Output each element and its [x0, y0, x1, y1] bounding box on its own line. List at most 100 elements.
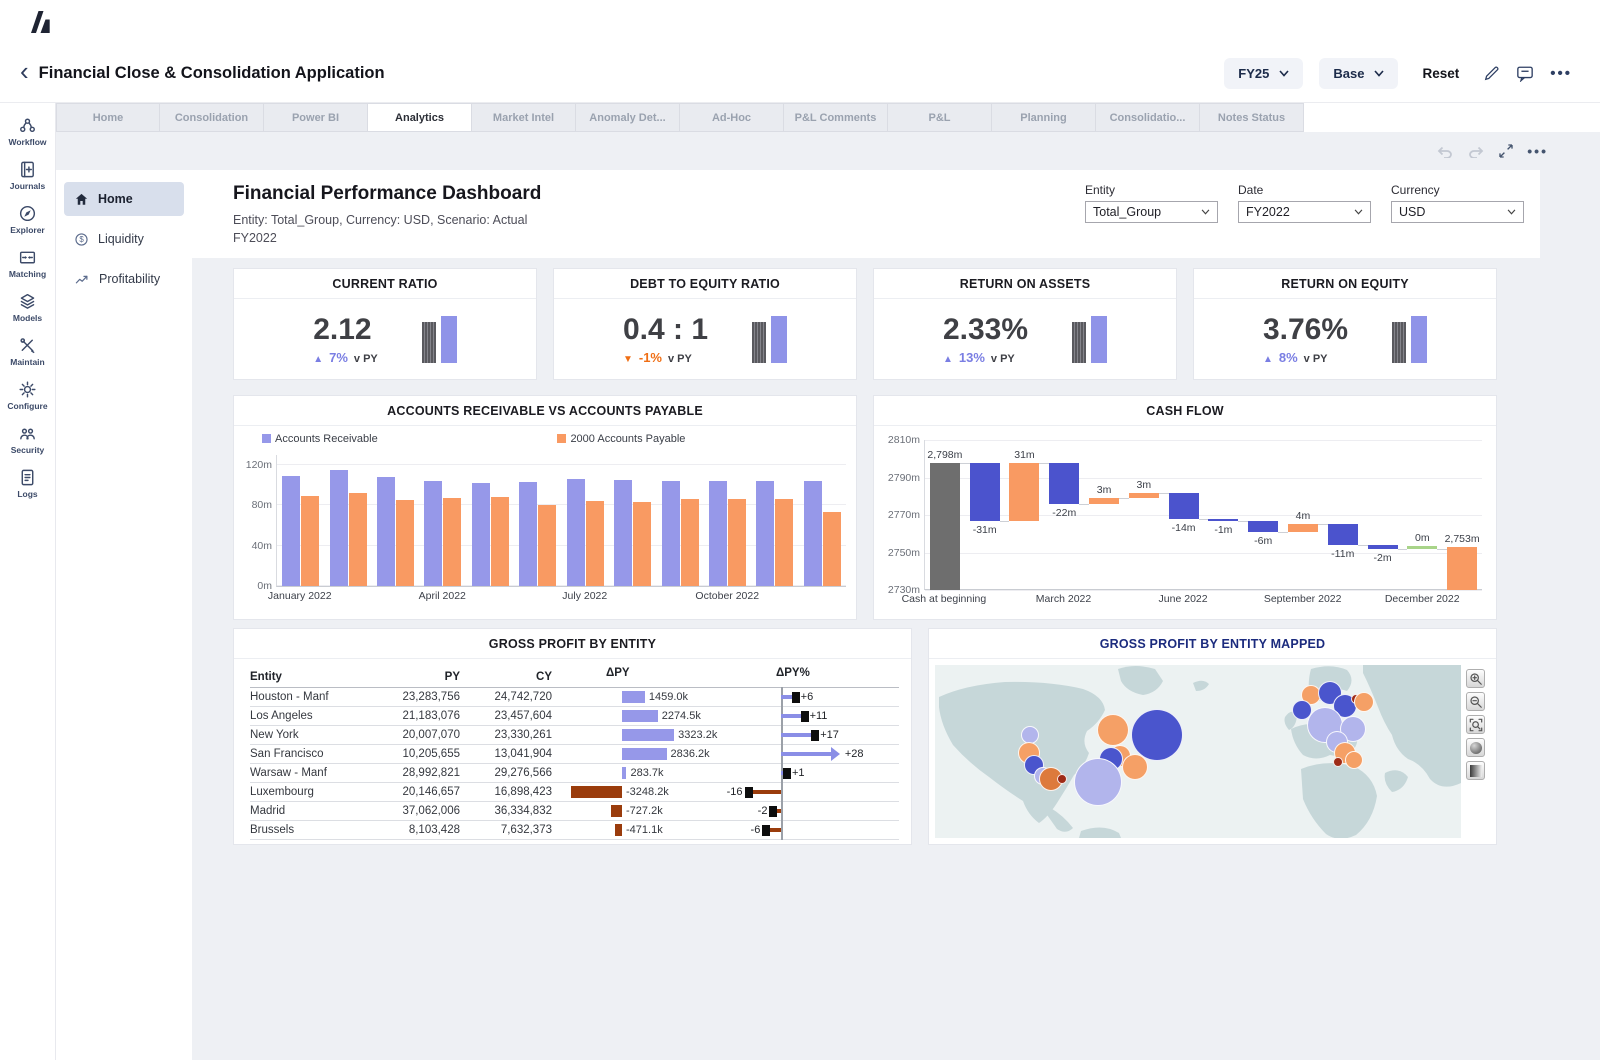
rail-item-configure[interactable]: Configure: [0, 373, 55, 417]
rail-item-models[interactable]: Models: [0, 285, 55, 329]
accounts-receivable-bar[interactable]: [282, 476, 301, 586]
waterfall-bar-13[interactable]: [1447, 546, 1478, 590]
entity-select[interactable]: Total_Group: [1085, 201, 1218, 223]
waterfall-bar-12[interactable]: [1407, 546, 1438, 549]
accounts-payable-bar[interactable]: [822, 512, 841, 586]
table-row-warsaw-manf[interactable]: Warsaw - Manf 28,992,821 29,276,566 283.7k +…: [250, 763, 899, 783]
accounts-payable-bar[interactable]: [538, 505, 557, 586]
accounts-payable-bar[interactable]: [633, 502, 652, 586]
map-bubble[interactable]: [1354, 691, 1375, 712]
waterfall-bar-1[interactable]: [969, 462, 1000, 521]
rail-item-workflow[interactable]: Workflow: [0, 109, 55, 153]
waterfall-bar-6[interactable]: [1168, 492, 1199, 519]
undo-icon[interactable]: [1436, 144, 1454, 158]
table-row-san-francisco[interactable]: San Francisco 10,205,655 13,041,904 2836.2k…: [250, 744, 899, 764]
waterfall-bar-5[interactable]: [1128, 492, 1159, 499]
accounts-receivable-bar[interactable]: [329, 470, 348, 586]
waterfall-bar-4[interactable]: [1089, 498, 1120, 504]
tab-consolidatio[interactable]: Consolidatio...: [1096, 103, 1200, 132]
currency-select[interactable]: USD: [1391, 201, 1524, 223]
heat-gradient-button[interactable]: [1466, 761, 1485, 780]
more-icon[interactable]: •••: [1527, 143, 1548, 159]
version-dropdown[interactable]: Base: [1319, 57, 1399, 89]
rail-item-matching[interactable]: Matching: [0, 241, 55, 285]
map-bubble[interactable]: [1057, 774, 1068, 784]
date-select[interactable]: FY2022: [1238, 201, 1371, 223]
accounts-receivable-bar[interactable]: [377, 477, 396, 586]
tab-market-intel[interactable]: Market Intel: [472, 103, 576, 132]
accounts-receivable-bar[interactable]: [519, 482, 538, 586]
comment-icon[interactable]: [1516, 65, 1534, 82]
accounts-receivable-bar[interactable]: [471, 483, 490, 586]
map-bubble[interactable]: [1096, 714, 1129, 747]
accounts-payable-bar[interactable]: [728, 499, 746, 586]
accounts-payable-bar[interactable]: [396, 500, 415, 586]
map-bubble[interactable]: [1332, 757, 1343, 768]
accounts-receivable-bar[interactable]: [566, 479, 585, 586]
world-map[interactable]: [935, 665, 1461, 838]
accounts-payable-bar[interactable]: [775, 499, 794, 586]
delta-py-cell: 3323.2k: [552, 726, 717, 744]
zoom-out-button[interactable]: [1466, 692, 1485, 711]
tab-consolidation[interactable]: Consolidation: [160, 103, 264, 132]
table-row-brussels[interactable]: Brussels 8,103,428 7,632,373 -471.1k -6: [250, 820, 899, 840]
waterfall-bar-11[interactable]: [1367, 545, 1398, 549]
waterfall-bar-7[interactable]: [1208, 518, 1239, 522]
zoom-in-button[interactable]: [1466, 669, 1485, 688]
waterfall-bar-9[interactable]: [1287, 524, 1318, 532]
table-row-new-york[interactable]: New York 20,007,070 23,330,261 3323.2k +17: [250, 725, 899, 745]
reset-button[interactable]: Reset: [1422, 66, 1459, 81]
accounts-payable-bar[interactable]: [490, 497, 509, 586]
nav-item-liquidity[interactable]: $ Liquidity: [64, 222, 184, 256]
waterfall-bar-2[interactable]: [1009, 462, 1040, 521]
rail-item-explorer[interactable]: Explorer: [0, 197, 55, 241]
accounts-receivable-bar[interactable]: [709, 481, 727, 586]
accounts-receivable-bar[interactable]: [661, 481, 680, 586]
table-row-luxembourg[interactable]: Luxembourg 20,146,657 16,898,423 -3248.2k -1…: [250, 782, 899, 802]
nav-item-home[interactable]: Home: [64, 182, 184, 216]
tab-power-bi[interactable]: Power BI: [264, 103, 368, 132]
rail-item-journals[interactable]: Journals: [0, 153, 55, 197]
accounts-payable-bar[interactable]: [680, 499, 699, 586]
accounts-payable-bar[interactable]: [585, 501, 604, 586]
table-row-los-angeles[interactable]: Los Angeles 21,183,076 23,457,604 2274.5k +1…: [250, 706, 899, 726]
table-row-houston-manf[interactable]: Houston - Manf 23,283,756 24,742,720 1459.0…: [250, 687, 899, 707]
accounts-receivable-bar[interactable]: [803, 481, 822, 586]
redo-icon[interactable]: [1467, 144, 1485, 158]
map-bubble[interactable]: [1122, 753, 1149, 780]
expand-icon[interactable]: [1498, 143, 1514, 159]
waterfall-bar-3[interactable]: [1049, 462, 1080, 504]
zoom-to-fit-button[interactable]: [1466, 715, 1485, 734]
edit-pencil-icon[interactable]: [1483, 65, 1500, 82]
rail-item-maintain[interactable]: Maintain: [0, 329, 55, 373]
tab-planning[interactable]: Planning: [992, 103, 1096, 132]
rail-item-security[interactable]: Security: [0, 417, 55, 461]
tab-analytics[interactable]: Analytics: [368, 103, 472, 132]
map-bubble[interactable]: [1074, 757, 1123, 806]
tab-p-l-comments[interactable]: P&L Comments: [784, 103, 888, 132]
accounts-receivable-bar[interactable]: [424, 481, 443, 586]
map-bubble[interactable]: [1345, 751, 1364, 770]
globe-view-button[interactable]: [1466, 738, 1485, 757]
waterfall-bar-10[interactable]: [1327, 524, 1358, 545]
back-chevron-icon[interactable]: ‹: [20, 58, 29, 84]
accounts-receivable-bar[interactable]: [614, 480, 633, 586]
kpi-title: RETURN ON ASSETS: [874, 269, 1176, 299]
table-row-madrid[interactable]: Madrid 37,062,006 36,334,832 -727.2k -2: [250, 801, 899, 821]
rail-item-logs[interactable]: Logs: [0, 461, 55, 505]
tab-notes-status[interactable]: Notes Status: [1200, 103, 1304, 132]
tab-anomaly-det[interactable]: Anomaly Det...: [576, 103, 680, 132]
waterfall-bar-8[interactable]: [1248, 520, 1279, 532]
accounts-payable-bar[interactable]: [301, 496, 320, 586]
fiscal-year-dropdown[interactable]: FY25: [1224, 57, 1304, 89]
waterfall-bar-0[interactable]: [929, 462, 960, 590]
tab-p-l[interactable]: P&L: [888, 103, 992, 132]
accounts-payable-bar[interactable]: [443, 498, 462, 586]
more-options-icon[interactable]: •••: [1550, 65, 1572, 82]
tab-home[interactable]: Home: [56, 103, 160, 132]
map-bubble[interactable]: [1130, 709, 1183, 762]
tab-ad-hoc[interactable]: Ad-Hoc: [680, 103, 784, 132]
accounts-receivable-bar[interactable]: [756, 481, 775, 586]
nav-item-profitability[interactable]: Profitability: [64, 262, 184, 296]
accounts-payable-bar[interactable]: [348, 493, 367, 586]
